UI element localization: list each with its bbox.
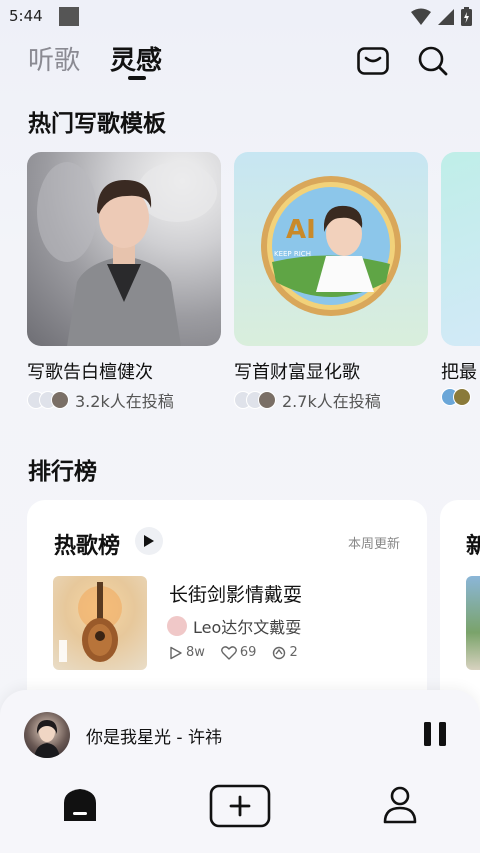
search-icon bbox=[418, 46, 448, 76]
tab-inspiration[interactable]: 灵感 bbox=[110, 40, 162, 77]
status-time: 5:44 bbox=[9, 7, 43, 25]
mail-icon bbox=[357, 47, 389, 75]
pause-bar bbox=[424, 722, 431, 746]
person-illustration bbox=[37, 162, 217, 346]
board-update-label: 本周更新 bbox=[347, 537, 400, 552]
like-count-value: 69 bbox=[239, 645, 257, 660]
badge-text: KEEP RICH bbox=[274, 250, 311, 258]
avatar bbox=[258, 391, 276, 409]
next-board-title: 新 bbox=[466, 534, 480, 559]
song-stats: 8w 69 2 bbox=[169, 645, 298, 660]
contributor-avatars bbox=[441, 388, 471, 406]
board-title: 热歌榜 bbox=[54, 534, 121, 559]
contributor-avatars bbox=[234, 391, 276, 409]
template-cover: AI KEEP RICH bbox=[234, 152, 428, 346]
remix-count-value: 2 bbox=[289, 645, 298, 660]
play-count-value: 8w bbox=[186, 645, 205, 660]
template-meta: 2.7k人在投稿 bbox=[234, 388, 428, 412]
template-cover bbox=[27, 152, 221, 346]
song-title[interactable]: 长街剑影情戴耍 bbox=[169, 580, 302, 607]
remix-count[interactable]: 2 bbox=[272, 645, 298, 660]
pause-bar bbox=[439, 722, 446, 746]
nav-create[interactable] bbox=[209, 784, 271, 828]
template-count: 2.7k人在投稿 bbox=[282, 392, 381, 411]
template-name: 写首财富显化歌 bbox=[234, 362, 360, 383]
player-title[interactable]: 你是我星光 - 许祎 bbox=[86, 723, 222, 748]
heart-icon bbox=[220, 645, 237, 660]
user-icon bbox=[383, 786, 417, 824]
avatar bbox=[453, 388, 471, 406]
play-outline-icon bbox=[170, 646, 182, 659]
artist-avatar bbox=[167, 616, 187, 636]
nav-home[interactable] bbox=[60, 784, 100, 826]
template-card[interactable]: AI KEEP RICH 写首财富显化歌 2.7k人在投稿 bbox=[234, 152, 428, 412]
template-meta bbox=[441, 388, 480, 406]
play-count: 8w bbox=[169, 645, 205, 660]
search-button[interactable] bbox=[416, 44, 450, 78]
keep-rich-badge: AI KEEP RICH bbox=[261, 176, 401, 316]
battery-icon bbox=[461, 7, 472, 26]
template-cover bbox=[441, 152, 480, 346]
charts-section-title: 排行榜 bbox=[28, 459, 97, 485]
player-cover[interactable] bbox=[24, 712, 70, 758]
artist-name: Leo达尔文戴耍 bbox=[193, 618, 302, 637]
like-count[interactable]: 69 bbox=[220, 645, 257, 660]
next-board-cover bbox=[466, 576, 480, 670]
template-meta: 3.2k人在投稿 bbox=[27, 388, 221, 412]
templates-section-title: 热门写歌模板 bbox=[28, 111, 166, 137]
add-icon bbox=[209, 784, 271, 828]
template-card[interactable]: 写歌告白檀健次 3.2k人在投稿 bbox=[27, 152, 221, 412]
status-icons bbox=[411, 7, 472, 26]
template-name: 把最 bbox=[441, 362, 477, 383]
tab-listen[interactable]: 听歌 bbox=[28, 40, 80, 77]
signal-icon bbox=[438, 8, 454, 25]
status-bar: 5:44 bbox=[0, 0, 480, 34]
home-icon bbox=[64, 789, 96, 821]
active-tab-indicator bbox=[128, 76, 146, 80]
wifi-icon bbox=[411, 8, 431, 25]
template-name: 写歌告白檀健次 bbox=[27, 362, 153, 383]
inbox-button[interactable] bbox=[356, 44, 390, 78]
template-card[interactable]: 把最 bbox=[441, 152, 480, 406]
remix-icon bbox=[273, 646, 286, 659]
top-nav: 听歌 灵感 bbox=[0, 38, 480, 88]
bottom-nav bbox=[0, 782, 480, 832]
board-play-button[interactable] bbox=[135, 527, 163, 555]
svg-text:AI: AI bbox=[286, 215, 316, 245]
song-artist[interactable]: Leo达尔文戴耍 bbox=[167, 614, 301, 638]
contributor-avatars bbox=[27, 391, 69, 409]
song-cover[interactable] bbox=[53, 576, 147, 670]
notification-icon bbox=[59, 7, 79, 26]
pause-button[interactable] bbox=[424, 722, 446, 746]
avatar bbox=[51, 391, 69, 409]
mandolin-illustration bbox=[59, 582, 122, 662]
nav-profile[interactable] bbox=[380, 784, 420, 826]
play-icon bbox=[144, 535, 154, 547]
singer-illustration bbox=[34, 720, 60, 758]
template-count: 3.2k人在投稿 bbox=[75, 392, 174, 411]
template-list: 写歌告白檀健次 3.2k人在投稿 AI KEEP RICH 写首财富显化歌 2.… bbox=[0, 152, 480, 412]
